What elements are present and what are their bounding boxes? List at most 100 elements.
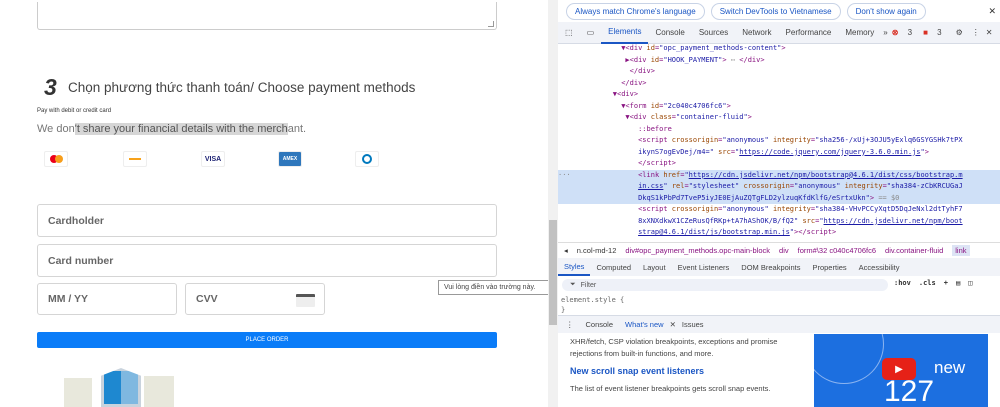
- breadcrumb-back-icon[interactable]: ◂: [564, 246, 568, 255]
- tab-network[interactable]: Network: [735, 22, 778, 44]
- tab-sources[interactable]: Sources: [692, 22, 735, 44]
- visa-icon: VISA: [201, 151, 225, 167]
- tab-performance[interactable]: Performance: [779, 22, 839, 44]
- breadcrumb-item[interactable]: n.col-md-12: [577, 246, 617, 255]
- devtools-tabs: ⬚ ▭ Elements Console Sources Network Per…: [558, 22, 1000, 44]
- card-number-input[interactable]: Card number: [37, 244, 497, 277]
- drawer-tabs: ⋮ Console What's new ✕ Issues: [558, 315, 1000, 333]
- breadcrumb-item[interactable]: div: [779, 246, 789, 255]
- dom-node-selected[interactable]: DkqS1kPbPd7TveP5iyJE0EjAuZQTgFLD2ylzuqKf…: [558, 192, 1000, 204]
- warning-count-value: 3: [937, 28, 942, 37]
- cvv-input[interactable]: CVV: [185, 283, 325, 315]
- dom-node[interactable]: ▶<div id="HOOK_PAYMENT"> ⋯ </div>: [558, 55, 1000, 67]
- step-title: Chọn phương thức thanh toán/ Choose paym…: [68, 80, 416, 95]
- privacy-note-post: ant.: [287, 123, 307, 135]
- tab-properties[interactable]: Properties: [806, 258, 852, 276]
- dom-node[interactable]: ikynS7ogEvDej/m4=" src="https://code.jqu…: [558, 147, 1000, 159]
- dom-node[interactable]: strap@4.6.1/dist/js/bootstrap.min.js"></…: [558, 227, 1000, 239]
- page-scrollbar[interactable]: [548, 0, 558, 407]
- breadcrumb-item[interactable]: div.container-fluid: [885, 246, 943, 255]
- dont-show-again-button[interactable]: Don't show again: [846, 2, 926, 20]
- dom-node[interactable]: <script crossorigin="anonymous" integrit…: [558, 135, 1000, 147]
- cls-toggle[interactable]: .cls: [919, 279, 936, 287]
- sidebar-toggle-icon[interactable]: ◫: [968, 279, 972, 287]
- element-style-rule[interactable]: element.style {}: [561, 295, 624, 315]
- tab-computed[interactable]: Computed: [590, 258, 637, 276]
- device-toolbar-icon[interactable]: ▭: [580, 22, 602, 44]
- close-icon[interactable]: ✕: [988, 6, 996, 17]
- element-style-selector: element.style {: [561, 296, 625, 304]
- tab-whats-new[interactable]: What's new: [619, 320, 670, 329]
- video-new-label: new: [934, 358, 966, 377]
- video-version-label: 127: [884, 375, 935, 407]
- tab-dom-breakpoints[interactable]: DOM Breakpoints: [735, 258, 806, 276]
- drawer-menu-icon[interactable]: ⋮: [558, 320, 580, 329]
- inspect-element-icon[interactable]: ⬚: [558, 22, 580, 44]
- dom-node[interactable]: ▼<div class="container-fluid">: [558, 112, 1000, 124]
- more-tabs-icon[interactable]: »: [881, 22, 889, 44]
- cardholder-input[interactable]: Cardholder: [37, 204, 497, 237]
- whats-new-paragraph: XHR/fetch, CSP violation breakpoints, ex…: [570, 337, 778, 358]
- privacy-note-pre: We don: [37, 123, 75, 135]
- tab-issues[interactable]: Issues: [676, 320, 710, 329]
- privacy-note-selected: 't share your financial details with the…: [74, 123, 288, 135]
- styles-filter-input[interactable]: ⏷ Filter: [562, 279, 888, 291]
- whats-new-content: XHR/fetch, CSP violation breakpoints, ex…: [570, 336, 808, 395]
- error-count[interactable]: ⊗ 3: [890, 22, 921, 44]
- diners-icon: [355, 151, 379, 167]
- place-order-button[interactable]: PLACE ORDER: [37, 332, 497, 348]
- comment-textarea[interactable]: [37, 2, 497, 30]
- dom-node[interactable]: </script>: [558, 158, 1000, 170]
- element-style-close: }: [561, 306, 566, 314]
- tab-memory[interactable]: Memory: [838, 22, 881, 44]
- step-number: 3: [44, 74, 57, 100]
- tab-accessibility[interactable]: Accessibility: [853, 258, 906, 276]
- switch-to-vietnamese-button[interactable]: Switch DevTools to Vietnamese: [710, 2, 841, 20]
- credit-card-icon: [296, 294, 315, 307]
- settings-gear-icon[interactable]: ⚙: [951, 22, 968, 44]
- mastercard-icon: [44, 151, 68, 167]
- dom-node[interactable]: 8xXNXdkwX1CZeRusQfRKp+tA7hAShOK/B/fQ2" s…: [558, 216, 1000, 228]
- whats-new-video[interactable]: ▶ new 127: [814, 334, 988, 407]
- dom-node[interactable]: ::before: [558, 124, 1000, 136]
- devtools-panel: Always match Chrome's language Switch De…: [558, 0, 1000, 407]
- tab-console[interactable]: Console: [648, 22, 691, 44]
- discover-icon: [123, 151, 147, 167]
- dom-node[interactable]: </div>: [558, 78, 1000, 90]
- close-devtools-icon[interactable]: ✕: [984, 22, 995, 44]
- pay-with-label: Pay with debit or credit card: [37, 108, 112, 114]
- styles-toolbar: :hov .cls + ▤ ◫: [894, 279, 972, 287]
- paint-icon[interactable]: ▤: [956, 279, 960, 287]
- tab-drawer-console[interactable]: Console: [580, 320, 620, 329]
- dom-tree[interactable]: ▼<div id="opc_payment_methods-content"> …: [558, 43, 1000, 239]
- dom-node[interactable]: ▼<div id="opc_payment_methods-content">: [558, 43, 1000, 55]
- secure-shield-illustration: [64, 366, 194, 407]
- tab-layout[interactable]: Layout: [637, 258, 672, 276]
- dom-node-selected[interactable]: in.css" rel="stylesheet" crossorigin="an…: [558, 181, 1000, 193]
- filter-placeholder: Filter: [580, 281, 597, 289]
- dom-node[interactable]: </div>: [558, 66, 1000, 78]
- validation-tooltip: Vui lòng điền vào trường này.: [438, 280, 548, 295]
- breadcrumb-item-current[interactable]: link: [952, 244, 970, 256]
- new-rule-icon[interactable]: +: [944, 279, 948, 287]
- dom-node[interactable]: <script crossorigin="anonymous" integrit…: [558, 204, 1000, 216]
- always-match-language-button[interactable]: Always match Chrome's language: [566, 2, 705, 20]
- scrollbar-thumb[interactable]: [549, 220, 557, 325]
- breadcrumb-item[interactable]: form#\32 c040c4706fc6: [798, 246, 876, 255]
- more-options-icon[interactable]: ⋮: [968, 22, 984, 44]
- dom-node-selected[interactable]: ··· <link href="https://cdn.jsdelivr.net…: [558, 169, 1000, 181]
- amex-icon: AMEX: [278, 151, 302, 167]
- expiry-input[interactable]: MM / YY: [37, 283, 177, 315]
- tab-elements[interactable]: Elements: [601, 22, 649, 44]
- hov-toggle[interactable]: :hov: [894, 279, 911, 287]
- breadcrumb: ◂ n.col-md-12 div#opc_payment_methods.op…: [558, 242, 1000, 257]
- warning-count[interactable]: ■ 3: [921, 22, 951, 44]
- dom-node[interactable]: ▼<form id="2c040c4706fc6">: [558, 101, 1000, 113]
- tab-styles[interactable]: Styles: [558, 258, 591, 276]
- whats-new-heading[interactable]: New scroll snap event listeners: [570, 365, 808, 377]
- video-decoration: [814, 334, 884, 384]
- tab-event-listeners[interactable]: Event Listeners: [672, 258, 736, 276]
- breadcrumb-item[interactable]: div#opc_payment_methods.opc-main-block: [625, 246, 770, 255]
- dom-node[interactable]: ▼<div>: [558, 89, 1000, 101]
- error-count-value: 3: [907, 28, 913, 37]
